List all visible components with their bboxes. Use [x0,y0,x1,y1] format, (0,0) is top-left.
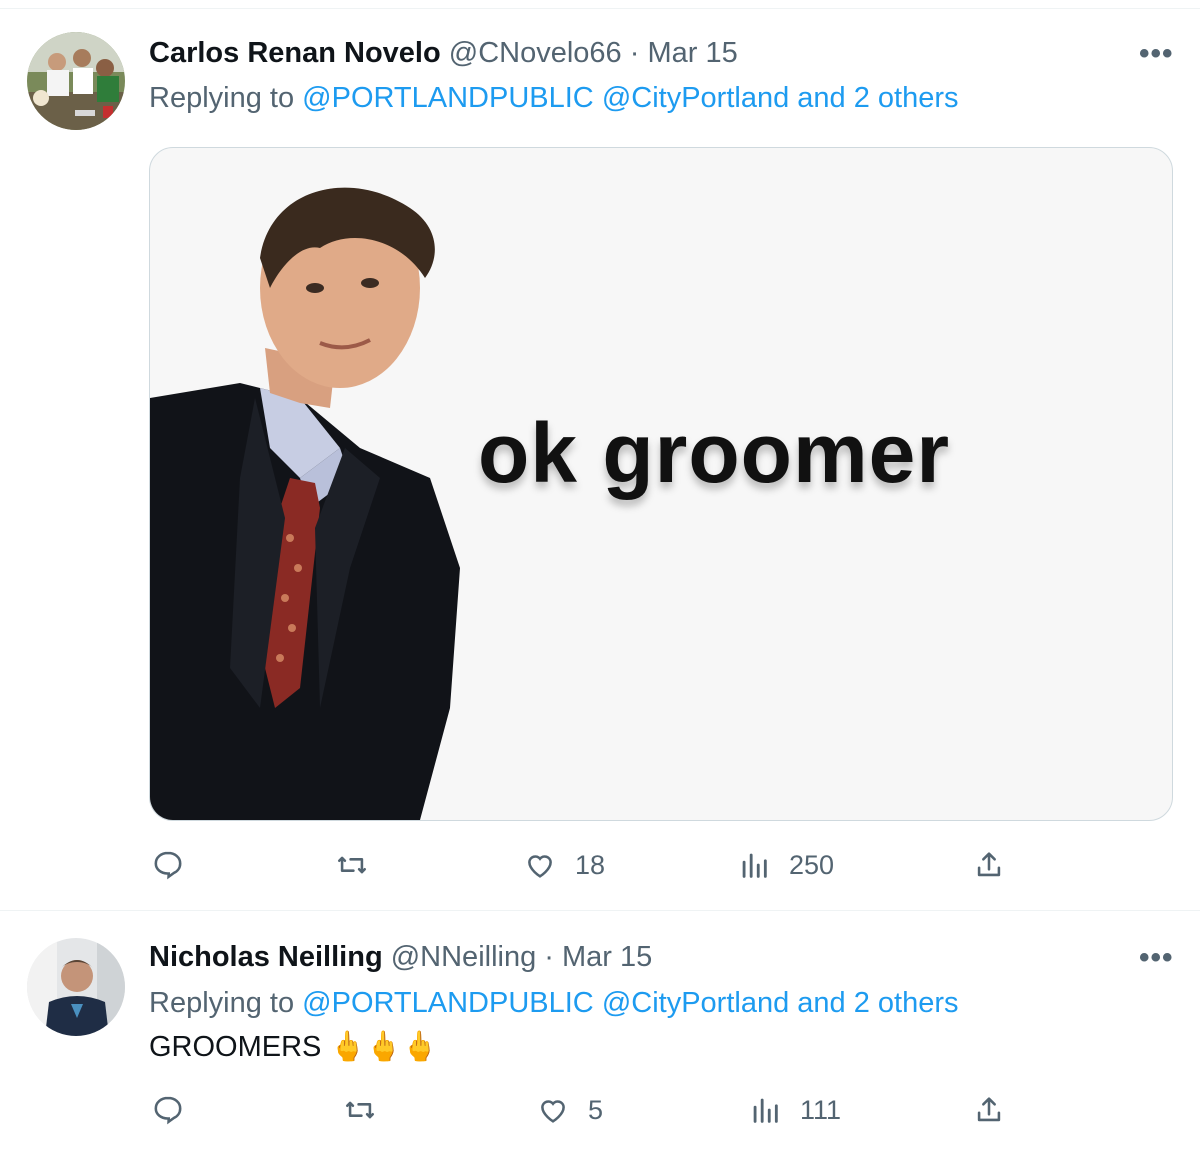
replying-to: Replying to @PORTLANDPUBLIC @CityPortlan… [149,80,959,116]
emoji-middle-finger: 🖕🖕🖕 [329,1031,438,1063]
replying-prefix: Replying to [149,987,295,1019]
views-icon [753,1098,778,1123]
reply-icon [154,851,182,880]
share-icon [977,852,1001,877]
tweet-2[interactable]: Nicholas Neilling @NNeilling · Mar 15 ••… [0,911,1200,1156]
reply-button[interactable] [151,848,203,882]
mention-cityportland[interactable]: @CityPortland [602,987,789,1019]
separator-dot: · [629,37,640,69]
mention-others[interactable]: and 2 others [797,987,958,1019]
more-icon[interactable]: ••• [1139,39,1174,69]
tweet-header: Nicholas Neilling @NNeilling · Mar 15 [149,939,652,975]
tweet-media-image[interactable]: ok groomer [149,147,1173,821]
tweet-1[interactable]: Carlos Renan Novelo @CNovelo66 · Mar 15 … [0,0,1200,910]
views-button[interactable]: 111 [748,1093,841,1127]
retweet-button[interactable] [343,1093,395,1127]
share-icon [977,1097,1001,1122]
tweet-header: Carlos Renan Novelo @CNovelo66 · Mar 15 [149,35,738,71]
handle[interactable]: @CNovelo66 [449,37,622,69]
reply-icon [154,1096,182,1125]
mention-portlandpublic[interactable]: @PORTLANDPUBLIC [302,987,594,1019]
retweet-icon [337,856,367,874]
like-button[interactable]: 5 [536,1093,603,1127]
replying-prefix: Replying to [149,82,295,114]
display-name[interactable]: Carlos Renan Novelo [149,37,441,69]
tweet-text-content: GROOMERS [149,1031,322,1063]
mention-cityportland[interactable]: @CityPortland [602,82,789,114]
views-count: 250 [789,849,835,880]
meme-caption: ok groomer [478,406,951,500]
reply-button[interactable] [151,1093,203,1127]
share-button[interactable] [972,848,1006,882]
avatar[interactable] [27,32,125,130]
action-bar: 18 250 [0,848,1200,888]
like-count: 5 [588,1094,604,1125]
display-name[interactable]: Nicholas Neilling [149,941,383,973]
action-bar: 5 111 [0,1093,1200,1133]
replying-to: Replying to @PORTLANDPUBLIC @CityPortlan… [149,985,959,1021]
like-count: 18 [575,849,606,880]
like-icon [541,1100,565,1123]
retweet-icon [345,1101,375,1119]
tweet-text: GROOMERS 🖕🖕🖕 [149,1029,438,1065]
more-icon[interactable]: ••• [1139,943,1174,973]
avatar[interactable] [27,938,125,1036]
mention-others[interactable]: and 2 others [797,82,958,114]
handle[interactable]: @NNeilling [391,941,536,973]
like-button[interactable]: 18 [523,848,605,882]
views-icon [742,853,767,878]
separator-dot: · [544,941,554,973]
views-count: 111 [800,1094,842,1125]
timestamp[interactable]: Mar 15 [647,37,737,69]
retweet-button[interactable] [335,848,387,882]
like-icon [528,855,552,878]
timestamp[interactable]: Mar 15 [562,941,652,973]
mention-portlandpublic[interactable]: @PORTLANDPUBLIC [302,82,594,114]
views-button[interactable]: 250 [737,848,834,882]
share-button[interactable] [972,1093,1006,1127]
